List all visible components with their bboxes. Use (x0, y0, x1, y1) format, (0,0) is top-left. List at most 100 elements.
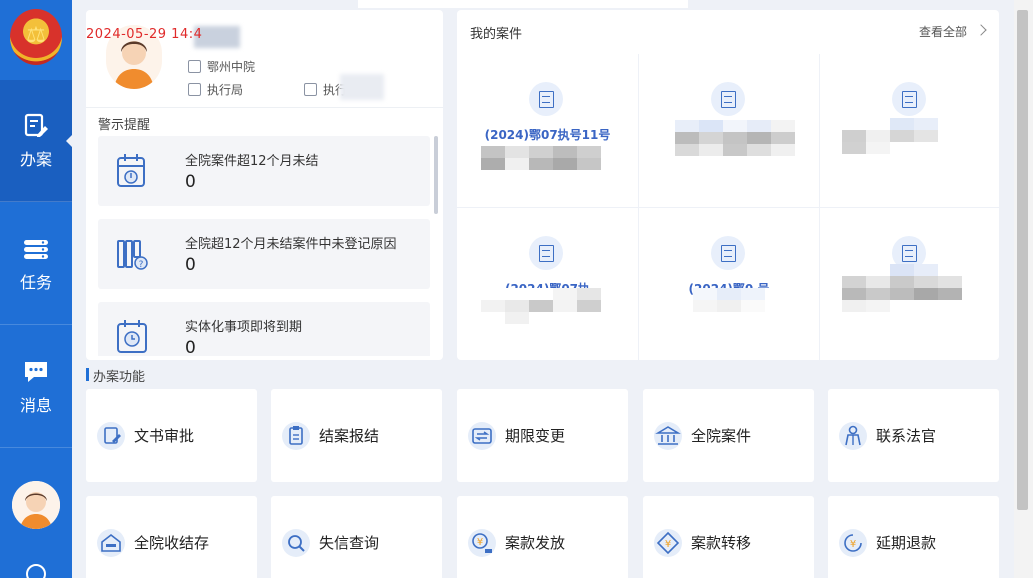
logo-area (0, 0, 72, 80)
chevron-right-icon[interactable] (975, 24, 987, 36)
sidebar-item-label: 办案 (19, 149, 52, 169)
section-marker (86, 368, 89, 381)
function-deadline-change[interactable]: 期限变更 (457, 389, 628, 482)
watermark-timestamp: 2024-05-29 14:4 (86, 27, 203, 42)
sidebar-item-cases[interactable]: 办案 (0, 80, 73, 202)
function-label: 失信查询 (319, 534, 380, 552)
function-credit-query[interactable]: 失信查询 (271, 496, 442, 578)
function-document-approval[interactable]: 文书审批 (86, 389, 257, 482)
books-question-icon: ? (117, 240, 148, 270)
power-icon[interactable] (26, 564, 46, 578)
blurred-role (340, 74, 384, 100)
document-icon (711, 82, 745, 116)
function-label: 案款转移 (691, 534, 752, 552)
case-number: (2024)鄂07执号11号 (484, 128, 611, 142)
document-icon (711, 236, 745, 270)
sidebar-item-label: 任务 (19, 272, 52, 292)
alert-label: 全院案件超12个月未结 (185, 154, 319, 169)
document-icon (892, 82, 926, 116)
divider (86, 107, 443, 108)
clipboard-icon (282, 421, 310, 450)
svg-text:¥: ¥ (665, 539, 671, 550)
function-label: 文书审批 (134, 427, 195, 445)
alerts-list: 全院案件超12个月未结 0 ? 全院超12个月未结案件中未登记原因 0 实体化事… (86, 134, 443, 356)
blurred-case-detail (481, 288, 601, 324)
grid-icon (188, 83, 201, 96)
calendar-timer-icon (117, 320, 147, 353)
alerts-title: 警示提醒 (98, 118, 151, 133)
function-court-inventory[interactable]: 全院收结存 (86, 496, 257, 578)
case-item[interactable]: (2024)鄂0 号 (820, 54, 999, 207)
building-icon (188, 60, 201, 73)
alert-count: 0 (185, 338, 196, 356)
case-item[interactable]: (2024)鄂0 号 (639, 208, 819, 360)
case-edit-icon (24, 113, 48, 137)
function-case-closing[interactable]: 结案报结 (271, 389, 442, 482)
function-payment-disburse[interactable]: ¥ 案款发放 (457, 496, 628, 578)
function-label: 联系法官 (876, 427, 937, 445)
avatar-person-icon (12, 481, 60, 529)
function-label: 案款发放 (505, 534, 566, 552)
money-transfer-icon: ¥ (654, 528, 682, 557)
profile-card: 鄂州中院 执行局 执行 警示提醒 全院案件超12个月未结 0 ? 全院超12个月… (86, 10, 443, 360)
functions-title: 办案功能 (93, 370, 146, 385)
blurred-case-detail (481, 146, 601, 170)
judge-contact-icon (839, 421, 867, 450)
court-name: 鄂州中院 (207, 60, 256, 74)
money-disburse-icon: ¥ (468, 528, 496, 557)
inbox-home-icon (97, 528, 125, 557)
alert-label: 全院超12个月未结案件中未登记原因 (185, 237, 397, 252)
badge-icon (304, 83, 317, 96)
case-item[interactable]: (2024)鄂07执号11号 (457, 54, 638, 207)
calendar-clock-icon (117, 154, 145, 187)
alert-item[interactable]: ? 全院超12个月未结案件中未登记原因 0 (98, 219, 430, 289)
document-approve-icon (97, 421, 125, 450)
top-toolbar (358, 0, 688, 8)
court-line: 鄂州中院 (188, 58, 255, 75)
date-change-icon (468, 421, 496, 450)
alert-item[interactable]: 实体化事项即将到期 0 (98, 302, 430, 356)
cases-title: 我的案件 (470, 27, 523, 42)
court-emblem-icon (10, 9, 62, 65)
department-line: 执行局 (188, 81, 243, 98)
page-scrollbar-thumb[interactable] (1017, 10, 1028, 510)
alerts-scrollbar[interactable] (434, 136, 438, 214)
view-all-link[interactable]: 查看全部 (919, 23, 967, 40)
function-label: 延期退款 (876, 534, 937, 552)
function-label: 期限变更 (505, 427, 566, 445)
refund-delay-icon: ¥ (839, 528, 867, 557)
function-contact-judge[interactable]: 联系法官 (828, 389, 999, 482)
blurred-case-detail (842, 118, 962, 154)
department-name: 执行局 (207, 83, 244, 97)
active-caret (66, 133, 73, 148)
sidebar: 办案 任务 消息 (0, 0, 73, 578)
svg-text:¥: ¥ (477, 537, 483, 548)
alert-count: 0 (185, 255, 196, 275)
function-court-cases[interactable]: 全院案件 (643, 389, 814, 482)
alert-item[interactable]: 全院案件超12个月未结 0 (98, 136, 430, 206)
case-item[interactable]: (2024)鄂0 9号 (639, 54, 819, 207)
svg-text:?: ? (139, 260, 144, 270)
courthouse-icon (654, 421, 682, 450)
case-grid: (2024)鄂07执号11号 (2024)鄂0 9号 (2024)鄂0 号 (457, 54, 999, 360)
search-icon (282, 528, 310, 557)
svg-text:¥: ¥ (850, 539, 856, 550)
case-item[interactable]: (2024)鄂07执 (457, 208, 638, 360)
sidebar-item-tasks[interactable]: 任务 (0, 203, 72, 325)
function-label: 结案报结 (319, 427, 380, 445)
function-delayed-refund[interactable]: ¥ 延期退款 (828, 496, 999, 578)
sidebar-item-messages[interactable]: 消息 (0, 326, 72, 448)
function-payment-transfer[interactable]: ¥ 案款转移 (643, 496, 814, 578)
document-icon (529, 236, 563, 270)
my-cases-card: 我的案件 查看全部 (2024)鄂07执号11号 (2024)鄂0 9号 (20… (457, 10, 999, 360)
function-label: 全院案件 (691, 427, 752, 445)
message-icon (25, 361, 47, 382)
task-list-icon (24, 239, 48, 259)
case-item[interactable]: (2024)鄂0 (820, 208, 999, 360)
function-label: 全院收结存 (134, 534, 210, 552)
user-avatar[interactable] (12, 481, 60, 529)
alert-count: 0 (185, 172, 196, 192)
alert-label: 实体化事项即将到期 (185, 320, 303, 335)
blurred-case-detail (693, 288, 789, 312)
document-icon (529, 82, 563, 116)
